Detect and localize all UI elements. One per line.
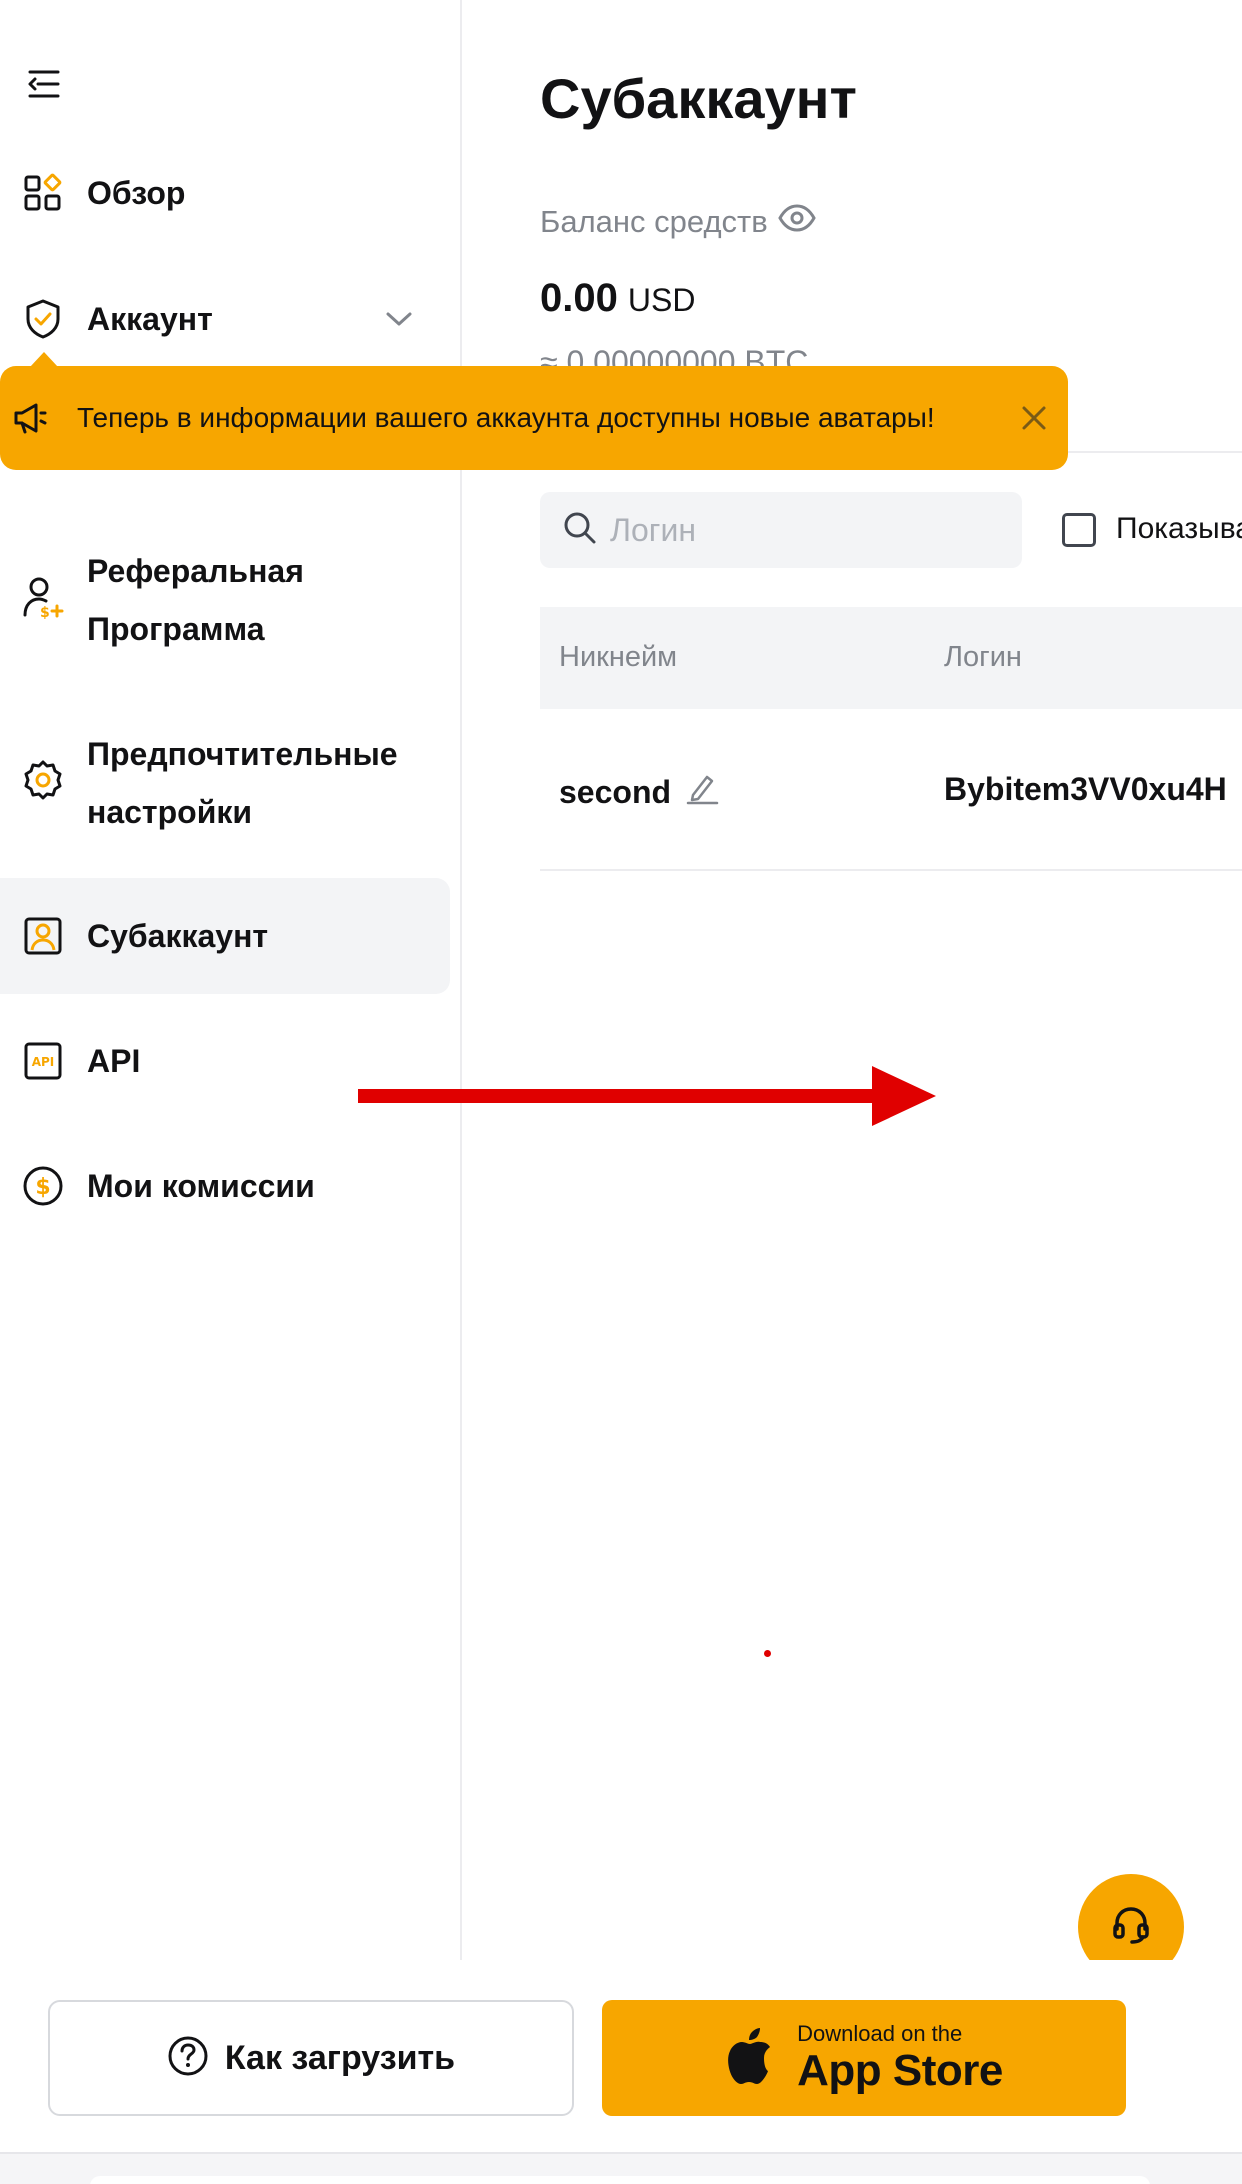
footer-pill	[90, 2176, 1150, 2184]
search-icon	[562, 510, 598, 551]
checkbox-label: Показывать	[1116, 512, 1242, 545]
balance-label: Баланс средств	[540, 204, 816, 240]
svg-text:API: API	[32, 1055, 55, 1069]
column-header-login: Логин	[944, 641, 1022, 673]
balance-currency: USD	[627, 282, 696, 318]
sidebar-item-label: Мои комиссии	[87, 1168, 315, 1204]
notification-banner: Теперь в информации вашего аккаунта дост…	[0, 366, 1068, 470]
search-field[interactable]	[540, 492, 1022, 568]
cell-nickname: second	[559, 771, 719, 813]
sidebar: Обзор Аккаунт $ Реферальная Программа Пр…	[0, 0, 462, 1960]
close-icon[interactable]	[1018, 402, 1050, 434]
app-store-button[interactable]: Download on the App Store	[602, 2000, 1126, 2116]
sidebar-item-label: Предпочтительные	[87, 736, 398, 772]
svg-text:$: $	[35, 1175, 50, 1200]
subaccount-icon	[22, 915, 64, 957]
sidebar-item-label: Аккаунт	[87, 301, 213, 337]
search-input[interactable]	[610, 511, 990, 549]
table-header: Никнейм Логин	[540, 607, 1242, 709]
chevron-down-icon[interactable]	[385, 310, 413, 333]
sidebar-item-label: API	[87, 1043, 141, 1079]
dollar-coin-icon: $	[22, 1165, 64, 1207]
svg-text:$: $	[40, 605, 50, 619]
referral-icon: $	[22, 576, 64, 619]
question-circle-icon	[167, 2035, 209, 2082]
overview-icon	[22, 172, 64, 214]
column-header-nickname: Никнейм	[559, 641, 678, 673]
banner-text: Теперь в информации вашего аккаунта дост…	[77, 402, 935, 433]
sidebar-item-label-line2: настройки	[87, 794, 253, 830]
shield-check-icon	[22, 298, 64, 340]
balance-label-text: Баланс средств	[540, 204, 768, 239]
eye-icon[interactable]	[777, 204, 816, 240]
sidebar-item-label: Реферальная	[87, 553, 304, 589]
sidebar-item-fees[interactable]: $ Мои комиссии	[0, 1157, 450, 1215]
nickname-text: second	[559, 773, 672, 810]
banner-pointer	[30, 352, 58, 367]
page-title: Субаккаунт	[540, 67, 857, 130]
gear-icon	[22, 759, 64, 801]
sidebar-item-overview[interactable]: Обзор	[0, 164, 450, 222]
cell-login: Bybitem3VV0xu4H	[944, 771, 1227, 807]
balance-value: 0.00	[540, 276, 618, 320]
api-icon: API	[22, 1040, 64, 1082]
sidebar-item-label: Субаккаунт	[87, 918, 269, 954]
edit-pencil-icon[interactable]	[685, 771, 719, 813]
apple-icon	[725, 2027, 773, 2090]
sidebar-item-label: Обзор	[87, 175, 186, 211]
sidebar-item-label-line2: Программа	[87, 611, 265, 647]
how-to-download-label: Как загрузить	[224, 2038, 456, 2077]
app-store-small-text: Download on the	[797, 2021, 963, 2046]
table-row: second Bybitem3VV0xu4H	[540, 709, 1242, 871]
sidebar-item-subaccount[interactable]: Субаккаунт	[0, 878, 450, 994]
megaphone-icon	[12, 401, 48, 440]
sidebar-item-preferences[interactable]: Предпочтительные настройки	[0, 723, 450, 843]
how-to-download-button[interactable]: Как загрузить	[48, 2000, 574, 2116]
bottom-bar: Как загрузить Download on the App Store	[0, 1960, 1176, 2156]
main-content: Субаккаунт Баланс средств 0.00 USD ≈ 0.00…	[464, 0, 1242, 1960]
sidebar-item-referral[interactable]: $ Реферальная Программа	[0, 540, 450, 660]
annotation-arrow	[358, 1064, 938, 1133]
balance-amount: 0.00 USD	[540, 276, 695, 321]
collapse-menu-icon[interactable]	[24, 64, 64, 104]
app-store-text: Download on the App Store	[797, 2023, 1003, 2093]
sidebar-item-account[interactable]: Аккаунт	[0, 290, 450, 348]
annotation-dot	[764, 1650, 771, 1657]
app-store-big-text: App Store	[797, 2046, 1003, 2095]
headset-icon	[1109, 1903, 1153, 1952]
show-checkbox[interactable]	[1062, 513, 1096, 547]
